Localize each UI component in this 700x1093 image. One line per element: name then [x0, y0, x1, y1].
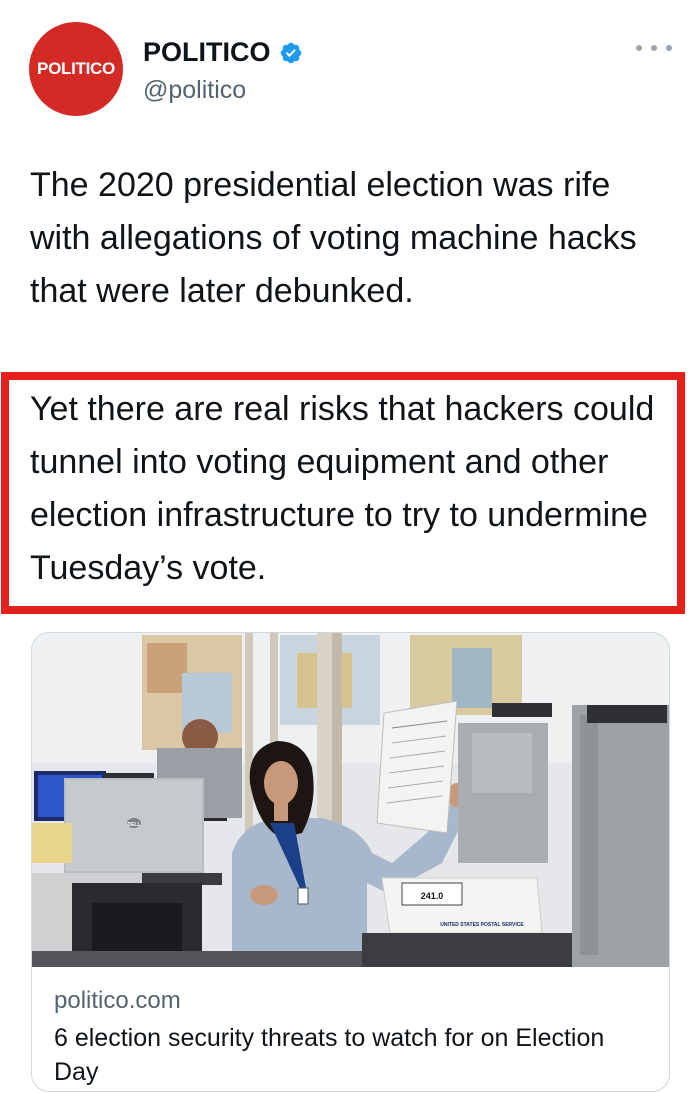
link-preview-card[interactable]: DELL 241.0 UNITED STATES POSTAL SERVICE …	[31, 632, 670, 1092]
laptop-brand-label: DELL	[127, 822, 140, 828]
card-photo[interactable]: DELL 241.0 UNITED STATES POSTAL SERVICE	[32, 633, 669, 967]
author-name-row[interactable]: POLITICO	[143, 37, 303, 68]
avatar-logo-text: POLITICO	[37, 59, 115, 78]
author-handle[interactable]: @politico	[143, 76, 246, 105]
more-dot	[636, 45, 642, 51]
election-office-photo: DELL 241.0 UNITED STATES POSTAL SERVICE	[32, 633, 669, 967]
verified-badge-icon	[280, 42, 301, 63]
bin-postal-label: UNITED STATES POSTAL SERVICE	[440, 922, 524, 928]
display-name[interactable]: POLITICO	[143, 37, 271, 68]
highlight-annotation-box	[1, 372, 685, 614]
bin-number-label: 241.0	[421, 891, 444, 901]
card-title[interactable]: 6 election security threats to watch for…	[54, 1021, 644, 1089]
avatar[interactable]: POLITICO	[29, 22, 123, 116]
more-options-icon[interactable]	[636, 38, 672, 58]
more-dot	[651, 45, 657, 51]
more-dot	[666, 45, 672, 51]
card-domain[interactable]: politico.com	[54, 987, 181, 1015]
tweet-text-paragraph-1: The 2020 presidential election was rife …	[30, 166, 637, 310]
